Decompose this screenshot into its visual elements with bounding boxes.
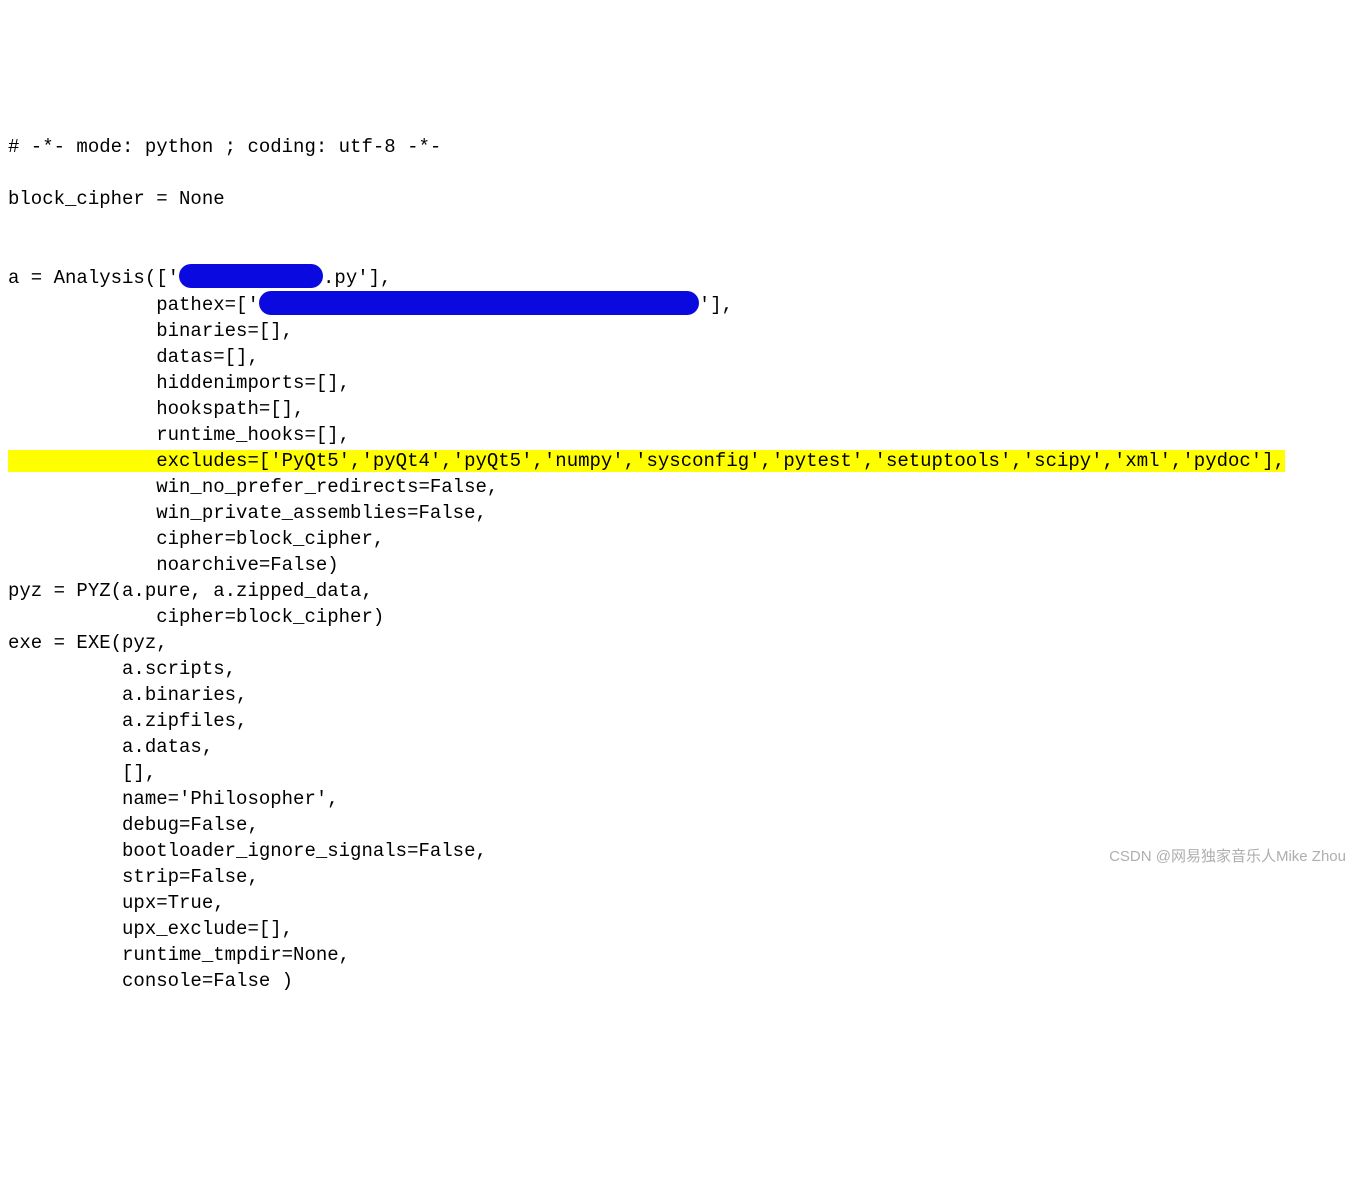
code-line: win_private_assemblies=False, bbox=[8, 502, 487, 524]
code-line: block_cipher = None bbox=[8, 188, 225, 210]
code-line: hookspath=[], bbox=[8, 398, 304, 420]
code-line: strip=False, bbox=[8, 866, 259, 888]
code-line: a.zipfiles, bbox=[8, 710, 247, 732]
code-line: a.datas, bbox=[8, 736, 213, 758]
code-line: a.scripts, bbox=[8, 658, 236, 680]
code-line: pathex=[''], bbox=[8, 294, 733, 316]
code-line: console=False ) bbox=[8, 970, 293, 992]
code-block: # -*- mode: python ; coding: utf-8 -*- b… bbox=[0, 104, 1358, 998]
redaction-filename bbox=[179, 264, 323, 288]
code-line: debug=False, bbox=[8, 814, 259, 836]
code-line: # -*- mode: python ; coding: utf-8 -*- bbox=[8, 136, 441, 158]
code-line: noarchive=False) bbox=[8, 554, 339, 576]
code-line: bootloader_ignore_signals=False, bbox=[8, 840, 487, 862]
code-line-highlighted: excludes=['PyQt5','pyQt4','pyQt5','numpy… bbox=[8, 450, 1285, 472]
code-line: runtime_hooks=[], bbox=[8, 424, 350, 446]
code-line: cipher=block_cipher) bbox=[8, 606, 384, 628]
code-line: win_no_prefer_redirects=False, bbox=[8, 476, 498, 498]
code-line: upx_exclude=[], bbox=[8, 918, 293, 940]
code-line: runtime_tmpdir=None, bbox=[8, 944, 350, 966]
code-line: upx=True, bbox=[8, 892, 225, 914]
code-line: binaries=[], bbox=[8, 320, 293, 342]
code-line: pyz = PYZ(a.pure, a.zipped_data, bbox=[8, 580, 373, 602]
code-line: name='Philosopher', bbox=[8, 788, 339, 810]
code-line: exe = EXE(pyz, bbox=[8, 632, 168, 654]
code-line: datas=[], bbox=[8, 346, 259, 368]
code-line: cipher=block_cipher, bbox=[8, 528, 384, 550]
code-line: hiddenimports=[], bbox=[8, 372, 350, 394]
redaction-pathex bbox=[259, 291, 699, 315]
code-line: [], bbox=[8, 762, 156, 784]
code-line: a.binaries, bbox=[8, 684, 247, 706]
code-line: a = Analysis(['.py'], bbox=[8, 267, 391, 289]
